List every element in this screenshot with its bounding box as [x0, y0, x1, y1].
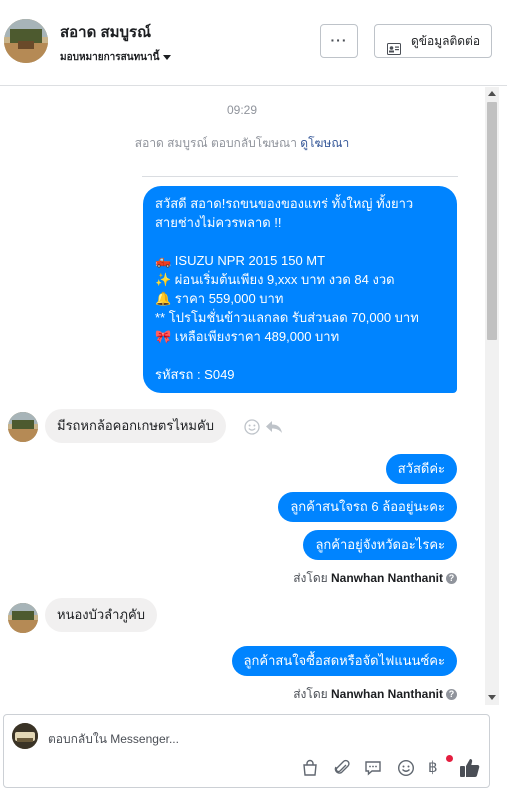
sent-by-name: Nanwhan Nanthanit	[330, 687, 443, 701]
contact-avatar[interactable]	[4, 19, 48, 63]
sent-by-prefix: ส่งโดย	[293, 687, 328, 701]
conversation-header: สอาด สมบูรณ์ มอบหมายการสนทนานี้ ··· ดูข้…	[0, 0, 507, 86]
baht-icon[interactable]: ฿	[428, 759, 438, 777]
ad-message-line	[155, 346, 445, 365]
message-composer[interactable]: ตอบกลับใน Messenger... ฿	[3, 714, 490, 788]
contact-card-icon	[387, 35, 401, 67]
view-contact-info-button[interactable]: ดูข้อมูลติดต่อ	[374, 24, 492, 58]
outgoing-message-bubble[interactable]: ลูกค้าสนใจรถ 6 ล้ออยู่นะคะ	[278, 492, 457, 522]
incoming-message-bubble[interactable]: มีรถหกล้อคอกเกษตรไหมคับ	[45, 409, 226, 443]
sent-by-prefix: ส่งโดย	[293, 571, 328, 585]
outgoing-message-bubble[interactable]: สวัสดีค่ะ	[385, 454, 457, 484]
thumbs-up-icon[interactable]	[459, 757, 481, 784]
message-icon[interactable]	[364, 759, 382, 782]
contact-name[interactable]: สอาด สมบูรณ์	[60, 20, 151, 44]
ad-message-line: สายช่างไม่ควรพลาด !!	[155, 215, 282, 230]
assign-label: มอบหมายการสนทนานี้	[60, 52, 160, 63]
paperclip-icon[interactable]	[333, 759, 351, 782]
ad-message-line	[155, 232, 445, 251]
ad-message-line: รหัสรถ : S049	[155, 367, 235, 382]
scroll-thumb[interactable]	[487, 102, 497, 340]
more-options-button[interactable]: ···	[320, 24, 358, 58]
outgoing-message-bubble[interactable]: ลูกค้าสนใจซื้อสดหรือจัดไฟแนนซ์คะ	[231, 646, 457, 676]
reply-input[interactable]: ตอบกลับใน Messenger...	[48, 730, 179, 749]
sent-by-label: ส่งโดย Nanwhan Nanthanit?	[293, 685, 457, 704]
ad-message-line: 🎀 เหลือเพียงราคา 489,000 บาท	[155, 329, 340, 344]
sender-avatar[interactable]	[8, 412, 38, 442]
page-avatar	[12, 723, 38, 749]
outgoing-message-bubble[interactable]: ลูกค้าอยู่จังหวัดอะไรคะ	[303, 530, 457, 560]
sent-by-name: Nanwhan Nanthanit	[330, 571, 443, 585]
message-thread: 09:29 สอาด สมบูรณ์ ตอบกลับโฆษณา ดูโฆษณา …	[0, 87, 484, 705]
emoji-icon[interactable]	[397, 759, 415, 782]
scroll-down-arrow-icon[interactable]	[488, 695, 496, 700]
ad-reply-note-text: สอาด สมบูรณ์ ตอบกลับโฆษณา	[134, 136, 297, 150]
view-ad-link[interactable]: ดูโฆษณา	[300, 136, 349, 150]
react-emoji-icon[interactable]	[244, 419, 260, 440]
ad-message-line: 🛻 ISUZU NPR 2015 150 MT	[155, 253, 326, 268]
message-timestamp: 09:29	[226, 103, 258, 117]
sent-by-label: ส่งโดย Nanwhan Nanthanit?	[293, 569, 457, 588]
ad-message-line: ✨ ผ่อนเริ่มต้นเพียง 9,xxx บาท งวด 84 งวด	[155, 272, 395, 287]
caret-down-icon	[163, 54, 172, 60]
help-icon[interactable]: ?	[446, 573, 457, 585]
ad-message-bubble[interactable]: สวัสดี สอาด!รถขนของของแทร่ ทั้งใหญ่ ทั้ง…	[143, 186, 457, 393]
incoming-message-bubble[interactable]: หนองบัวลำภูคับ	[45, 598, 157, 632]
scroll-up-arrow-icon[interactable]	[488, 91, 496, 96]
ad-message-line: ** โปรโมชั่นข้าวแลกลด รับส่วนลด 70,000 บ…	[155, 310, 419, 325]
contact-info-label: ดูข้อมูลติดต่อ	[411, 34, 481, 48]
sender-avatar[interactable]	[8, 603, 38, 633]
ad-message-line: 🔔 ราคา 559,000 บาท	[155, 291, 284, 306]
help-icon[interactable]: ?	[446, 689, 457, 701]
ad-message-line: สวัสดี สอาด!รถขนของของแทร่ ทั้งใหญ่ ทั้ง…	[155, 196, 414, 211]
thread-scrollbar[interactable]	[485, 87, 499, 705]
shopping-bag-icon[interactable]	[301, 759, 319, 782]
divider	[142, 176, 458, 177]
ad-reply-note: สอาด สมบูรณ์ ตอบกลับโฆษณา ดูโฆษณา	[0, 134, 484, 153]
reply-arrow-icon[interactable]	[265, 420, 283, 439]
notification-dot	[446, 755, 453, 762]
assign-conversation-dropdown[interactable]: มอบหมายการสนทนานี้	[60, 50, 172, 65]
